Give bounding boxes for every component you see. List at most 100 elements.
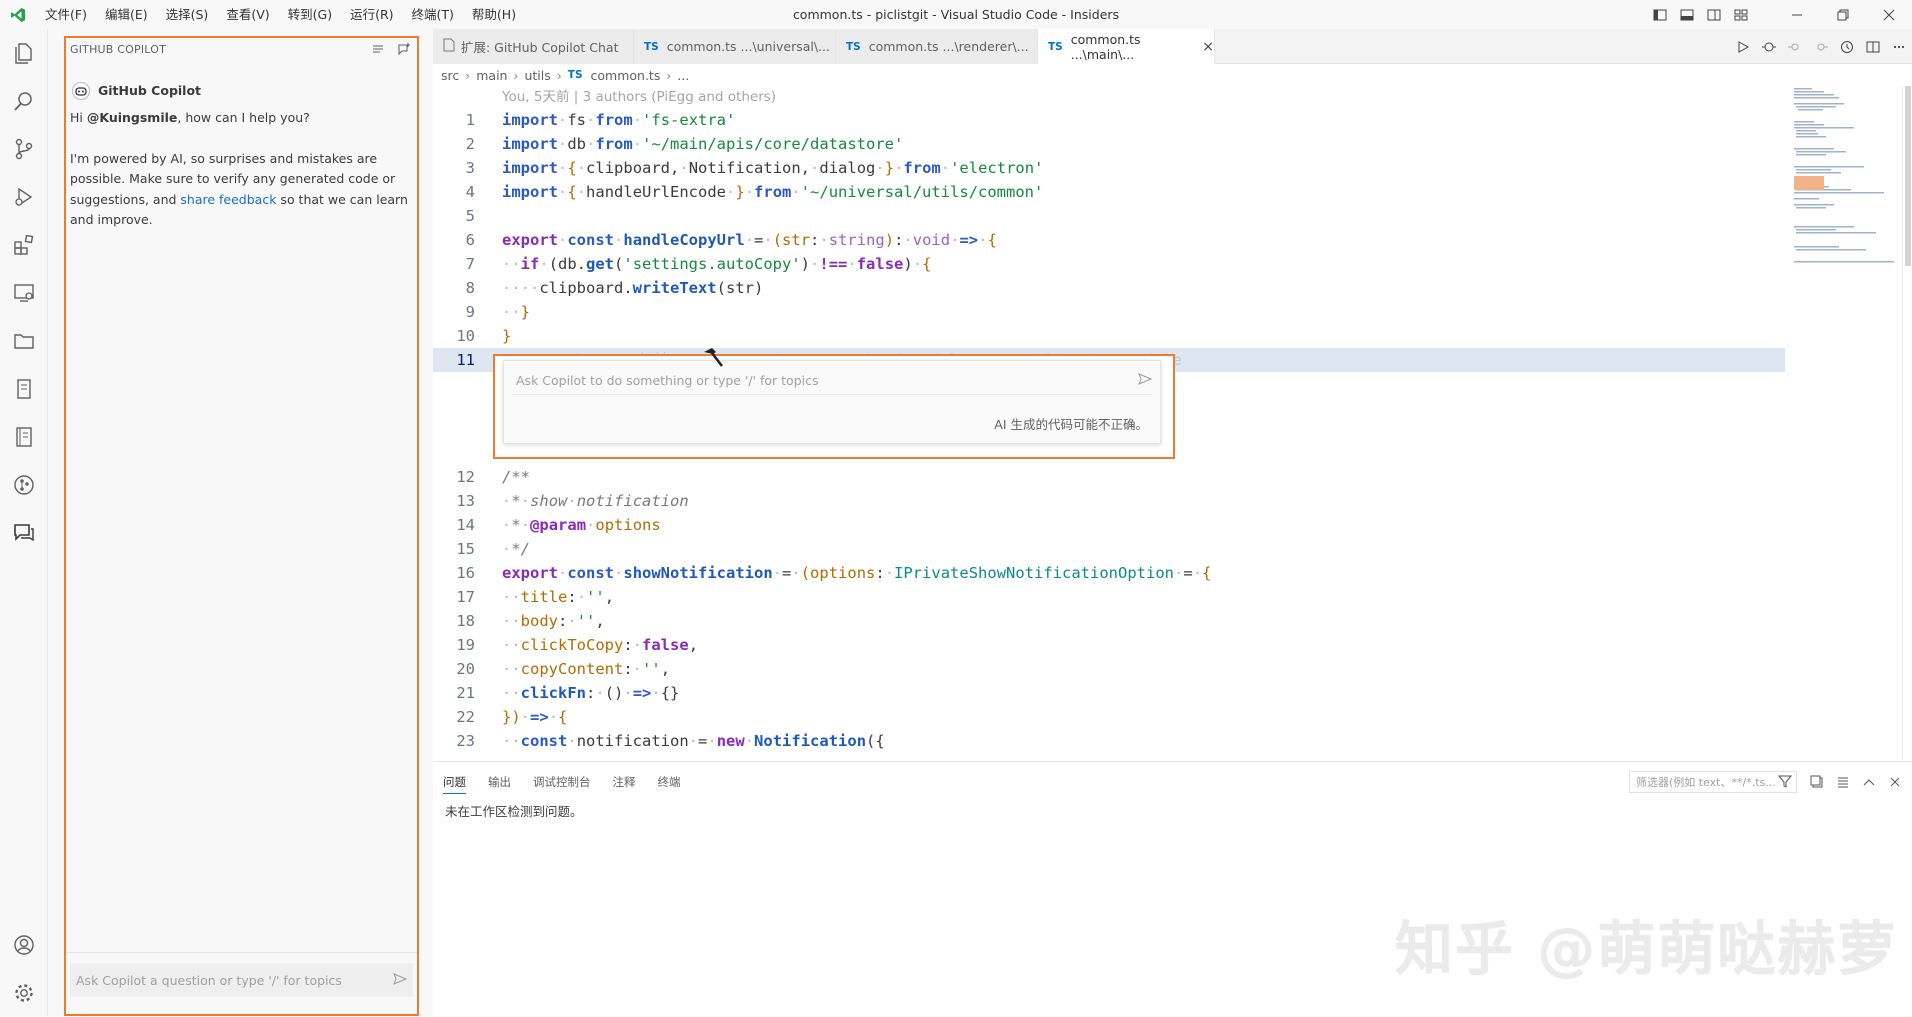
editor-scrollbar[interactable] (1902, 86, 1912, 761)
typescript-icon: TS (644, 40, 659, 53)
typescript-icon: TS (846, 40, 861, 53)
ai-notice: I'm powered by AI, so surprises and mist… (70, 150, 408, 228)
blame-header[interactable]: You, 5天前 | 3 authors (PiEgg and others) (502, 86, 776, 108)
editor-tab-bar: 扩展: GitHub Copilot Chat TS common.ts ...… (433, 29, 1912, 64)
breadcrumb-utils[interactable]: utils (524, 68, 550, 83)
menu-view[interactable]: 查看(V) (217, 0, 278, 29)
menu-help[interactable]: 帮助(H) (463, 0, 525, 29)
greeting: Hi @Kuingsmile, how can I help you? (70, 110, 310, 125)
tab-debug-console[interactable]: 调试控制台 (533, 762, 591, 802)
bot-name: GitHub Copilot (98, 82, 202, 98)
code-line: 1 import·fs·from·'fs-extra' (465, 111, 736, 129)
more-actions-icon[interactable] (1886, 29, 1912, 64)
remote-explorer-icon[interactable] (0, 269, 48, 317)
chat-input-placeholder: Ask Copilot a question or type '/' for t… (76, 972, 342, 988)
menu-go[interactable]: 转到(G) (279, 0, 341, 29)
menu-file[interactable]: 文件(F) (36, 0, 96, 29)
code-line: 7 ··if·(db.get('settings.autoCopy')·!==·f… (465, 255, 932, 273)
menu-run[interactable]: 运行(R) (341, 0, 402, 29)
menu-edit[interactable]: 编辑(E) (96, 0, 157, 29)
search-icon[interactable] (0, 77, 48, 125)
typescript-icon: TS (567, 69, 583, 81)
source-control-icon[interactable] (0, 125, 48, 173)
code-line: 6 export·const·handleCopyUrl·=·(str:·stri… (465, 231, 997, 249)
share-feedback-link[interactable]: share feedback (180, 192, 276, 207)
copilot-chat-icon[interactable] (0, 509, 48, 557)
chevron-right-icon: › (666, 67, 672, 83)
breadcrumb-main[interactable]: main (476, 68, 507, 83)
manage-gear-icon[interactable] (0, 969, 48, 1017)
split-editor-icon[interactable] (1860, 29, 1886, 64)
code-line: 17 ··title:·'', (456, 588, 615, 606)
next-change-icon[interactable] (1808, 29, 1834, 64)
toggle-panel-icon[interactable] (1673, 0, 1700, 29)
ai-disclaimer: AI 生成的代码可能不正确。 (994, 417, 1148, 432)
previous-change-icon[interactable] (1782, 29, 1808, 64)
send-icon[interactable] (393, 972, 408, 989)
customize-layout-icon[interactable] (1727, 0, 1754, 29)
view-as-list-icon[interactable] (1830, 771, 1856, 793)
tab-common-ts-main[interactable]: TS common.ts ...\main\... × (1038, 29, 1215, 64)
send-icon[interactable] (1138, 372, 1153, 389)
open-changes-icon[interactable] (1756, 29, 1782, 64)
code-line: 18 ··body:·'', (456, 612, 605, 630)
run-debug-icon[interactable] (0, 173, 48, 221)
menu-terminal[interactable]: 终端(T) (403, 0, 463, 29)
menu-selection[interactable]: 选择(S) (157, 0, 218, 29)
greeting-user: @Kuingsmile (86, 110, 178, 125)
code-line: 13 ·*·show·notification (456, 492, 689, 510)
project-manager-icon[interactable] (0, 317, 48, 365)
tab-terminal[interactable]: 终端 (658, 762, 681, 802)
title-bar: 文件(F) 编辑(E) 选择(S) 查看(V) 转到(G) 运行(R) 终端(T… (0, 0, 1912, 29)
copilot-chat-input[interactable]: Ask Copilot a question or type '/' for t… (70, 963, 413, 997)
close-panel-icon[interactable] (1882, 771, 1908, 793)
watermark: 知乎 @萌萌哒赫萝 (1395, 915, 1898, 983)
maximize-panel-icon[interactable] (1856, 771, 1882, 793)
chevron-right-icon: › (465, 67, 471, 83)
timeline-icon[interactable] (1834, 29, 1860, 64)
code-line: 21 ··clickFn:·()·=>·{} (456, 684, 680, 702)
copilot-avatar-icon (70, 80, 92, 102)
breadcrumb-src[interactable]: src (441, 68, 459, 83)
inline-chat-input[interactable]: Ask Copilot to do something or type '/' … (512, 367, 1153, 395)
code-line: 12/** (456, 468, 530, 486)
notebook-icon[interactable] (0, 413, 48, 461)
activity-bar (0, 29, 48, 1016)
close-tab-icon[interactable]: × (1202, 39, 1214, 55)
code-line: 5 (465, 207, 475, 225)
collapse-all-icon[interactable] (1804, 771, 1830, 793)
inline-chat-placeholder: Ask Copilot to do something or type '/' … (516, 373, 819, 388)
inline-chat-widget: Ask Copilot to do something or type '/' … (493, 354, 1175, 459)
minimize-window-icon[interactable] (1774, 0, 1820, 29)
extension-file-icon (443, 38, 455, 55)
tab-problems[interactable]: 问题 (443, 770, 466, 794)
minimap[interactable] (1792, 86, 1902, 326)
accounts-icon[interactable] (0, 921, 48, 969)
code-line: 4 import·{·handleUrlEncode·}·from·'~/univ… (465, 183, 1044, 201)
explorer-icon[interactable] (0, 29, 48, 77)
breadcrumb-file[interactable]: common.ts (591, 68, 661, 83)
run-icon[interactable] (1730, 29, 1756, 64)
tab-common-ts-universal[interactable]: TS common.ts ...\universal\... (634, 29, 836, 64)
tab-comments[interactable]: 注释 (613, 762, 636, 802)
bookmarks-icon[interactable] (0, 365, 48, 413)
code-line: 14 ·*·@param·options (456, 516, 661, 534)
tab-copilot-chat-extension[interactable]: 扩展: GitHub Copilot Chat (433, 29, 634, 64)
breadcrumb: src › main › utils › TS common.ts › ... (433, 64, 1912, 86)
new-chat-icon[interactable] (391, 38, 417, 60)
toggle-primary-sidebar-icon[interactable] (1646, 0, 1673, 29)
restore-window-icon[interactable] (1820, 0, 1866, 29)
filter-icon[interactable] (1777, 774, 1793, 791)
tab-common-ts-renderer[interactable]: TS common.ts ...\renderer\... (836, 29, 1038, 64)
git-graph-icon[interactable] (0, 461, 48, 509)
toggle-secondary-sidebar-icon[interactable] (1700, 0, 1727, 29)
breadcrumb-symbol[interactable]: ... (677, 68, 689, 83)
clear-list-icon[interactable] (365, 38, 391, 60)
typescript-icon: TS (1048, 40, 1063, 53)
problems-filter-input[interactable]: 筛选器(例如 text、**/*.ts... (1629, 771, 1797, 793)
code-line: 10} (456, 327, 512, 345)
vscode-logo-icon (0, 0, 36, 29)
close-window-icon[interactable] (1866, 0, 1912, 29)
extensions-icon[interactable] (0, 221, 48, 269)
tab-output[interactable]: 输出 (488, 762, 511, 802)
